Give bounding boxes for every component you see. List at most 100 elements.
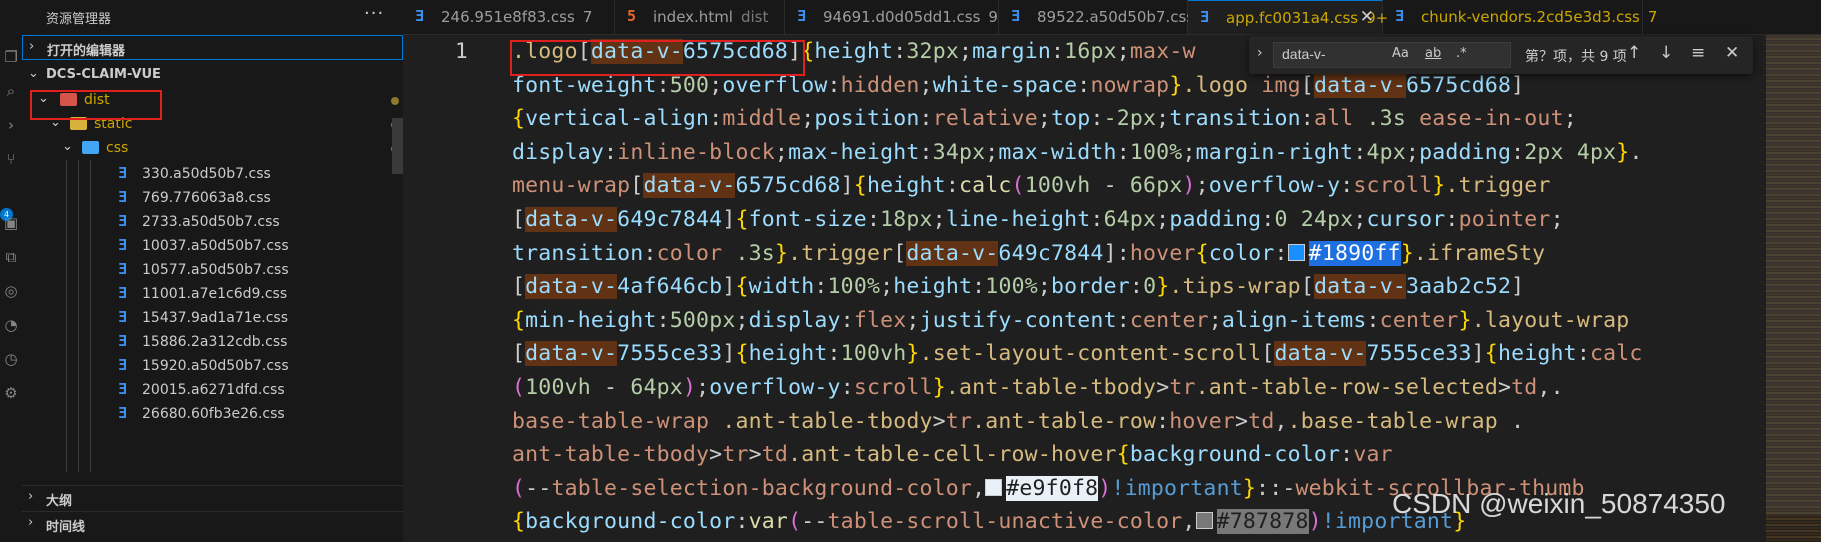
tab-index-html[interactable]: 5 index.html dist xyxy=(615,0,785,34)
explorer-header: 资源管理器 ··· xyxy=(22,0,403,34)
file-item[interactable]: Ǝ 26680.60fb3e26.css xyxy=(22,400,403,427)
css-file-icon: Ǝ xyxy=(1200,8,1210,26)
file-label: 330.a50d50b7.css xyxy=(142,166,271,182)
file-item[interactable]: Ǝ 10037.a50d50b7.css xyxy=(22,232,403,259)
find-in-selection-icon[interactable]: ≡ xyxy=(1691,43,1705,63)
code-line[interactable]: base-table-wrap .ant-table-tbody>tr.ant-… xyxy=(512,405,1643,439)
outline-section[interactable]: › 大纲 xyxy=(22,485,403,511)
tab-app-css[interactable]: Ǝ app.fc0031a4.css 9+ ✕ xyxy=(1188,0,1388,34)
tab-89522-css[interactable]: Ǝ 89522.a50d50b7.css xyxy=(999,0,1194,34)
tab-label: chunk-vendors.2cd5e3d3.css xyxy=(1421,8,1640,26)
file-label: 15920.a50d50b7.css xyxy=(142,358,289,374)
file-item[interactable]: Ǝ 2733.a50d50b7.css xyxy=(22,208,403,235)
code-line[interactable]: (100vh - 64px);overflow-y:scroll}.ant-ta… xyxy=(512,371,1643,405)
arrow-up-icon[interactable]: ↑ xyxy=(1627,43,1641,63)
code-line[interactable]: {min-height:500px;display:flex;justify-c… xyxy=(512,304,1643,338)
code-line[interactable]: display:inline-block;max-height:34px;max… xyxy=(512,136,1643,170)
files-icon[interactable]: ❐ xyxy=(2,48,20,66)
folder-hint: dist xyxy=(740,8,769,26)
timeline-section[interactable]: › 时间线 xyxy=(22,511,403,537)
file-label: 20015.a6271dfd.css xyxy=(142,382,285,398)
run-icon[interactable]: › xyxy=(2,116,20,134)
tab-246-css[interactable]: Ǝ 246.951e8f83.css 7 xyxy=(403,0,615,34)
file-item[interactable]: Ǝ 769.776063a8.css xyxy=(22,184,403,211)
folder-icon xyxy=(82,141,99,154)
close-icon[interactable]: ✕ xyxy=(1360,7,1374,27)
regex-button[interactable]: .* xyxy=(1456,46,1467,61)
file-item[interactable]: Ǝ 15920.a50d50b7.css xyxy=(22,352,403,379)
tab-label: 94691.d0d05dd1.css xyxy=(823,8,981,26)
file-item[interactable]: Ǝ 20015.a6271dfd.css xyxy=(22,376,403,403)
close-icon[interactable]: ✕ xyxy=(1725,43,1739,63)
open-editors-section[interactable]: › 打开的编辑器 xyxy=(22,35,403,60)
editor-tabs: Ǝ 246.951e8f83.css 7 5 index.html dist Ǝ 9… xyxy=(403,0,1821,35)
chevron-right-icon: › xyxy=(28,489,34,504)
line-number: 1 xyxy=(455,39,468,63)
code-content[interactable]: .logo[data-v-6575cd68]{height:32px;margi… xyxy=(512,35,1643,539)
project-label: DCS-CLAIM-VUE xyxy=(46,67,161,82)
activity-bar: ❐ ⌕ › ⑂ 4 ▣ ⧉ ◎ ◔ ◷ ⚙ xyxy=(0,0,23,542)
file-label: 15437.9ad1a71e.css xyxy=(142,310,289,326)
css-file-icon: Ǝ xyxy=(118,236,128,254)
code-line[interactable]: [data-v-7555ce33]{height:100vh}.set-layo… xyxy=(512,337,1643,371)
timer-icon[interactable]: ◔ xyxy=(2,316,20,334)
file-item[interactable]: Ǝ 15886.2a312cdb.css xyxy=(22,328,403,355)
github-icon[interactable]: ◎ xyxy=(2,282,20,300)
folder-label: css xyxy=(106,140,129,156)
open-editors-label: 打开的编辑器 xyxy=(47,44,126,59)
css-file-icon: Ǝ xyxy=(118,260,128,278)
folder-css[interactable]: ⌄ css xyxy=(22,135,403,162)
css-file-icon: Ǝ xyxy=(118,380,128,398)
file-item[interactable]: Ǝ 330.a50d50b7.css xyxy=(22,160,403,187)
project-section[interactable]: ⌄ DCS-CLAIM-VUE xyxy=(22,63,403,88)
tab-label: index.html xyxy=(653,8,733,26)
code-line[interactable]: {vertical-align:middle;position:relative… xyxy=(512,102,1643,136)
code-editor[interactable]: 1 .logo[data-v-6575cd68]{height:32px;mar… xyxy=(403,35,1821,542)
minimap-slider[interactable] xyxy=(1766,35,1821,515)
css-file-icon: Ǝ xyxy=(1011,7,1021,25)
file-item[interactable]: Ǝ 15437.9ad1a71e.css xyxy=(22,304,403,331)
problem-count: 7 xyxy=(1647,8,1658,26)
find-result-count: 第？项，共 9 项 xyxy=(1525,49,1627,65)
arrow-down-icon[interactable]: ↓ xyxy=(1659,43,1673,63)
remote-icon[interactable]: ⧉ xyxy=(2,248,20,266)
settings-icon[interactable]: ⚙ xyxy=(2,384,20,402)
search-icon[interactable]: ⌕ xyxy=(2,82,20,100)
file-label: 26680.60fb3e26.css xyxy=(142,406,285,422)
toggle-replace-icon[interactable]: › xyxy=(1257,45,1263,61)
file-label: 10577.a50d50b7.css xyxy=(142,262,289,278)
source-control-icon[interactable]: ⑂ xyxy=(2,150,20,168)
code-line[interactable]: ant-table-tbody>tr>td.ant-table-cell-row… xyxy=(512,438,1643,472)
css-file-icon: Ǝ xyxy=(118,284,128,302)
code-line[interactable]: [data-v-649c7844]{font-size:18px;line-he… xyxy=(512,203,1643,237)
match-word-button[interactable]: ab xyxy=(1425,46,1441,61)
tab-94691-css[interactable]: Ǝ 94691.d0d05dd1.css 9 xyxy=(785,0,999,34)
css-file-icon: Ǝ xyxy=(118,356,128,374)
css-file-icon: Ǝ xyxy=(797,7,807,25)
file-item[interactable]: Ǝ 10577.a50d50b7.css xyxy=(22,256,403,283)
tab-label: app.fc0031a4.css xyxy=(1226,9,1359,27)
file-item[interactable]: Ǝ 11001.a7e1c6d9.css xyxy=(22,280,403,307)
css-file-icon: Ǝ xyxy=(118,308,128,326)
css-file-icon: Ǝ xyxy=(1395,7,1405,25)
file-label: 2733.a50d50b7.css xyxy=(142,214,280,230)
file-label: 769.776063a8.css xyxy=(142,190,271,206)
tab-chunk-vendors-css[interactable]: Ǝ chunk-vendors.2cd5e3d3.css 7 xyxy=(1383,0,1657,34)
match-case-button[interactable]: Aa xyxy=(1392,46,1409,61)
watermark: CSDN @weixin_50874350 xyxy=(1392,488,1726,519)
chevron-down-icon: ⌄ xyxy=(28,66,39,81)
tab-label: 89522.a50d50b7.css xyxy=(1037,8,1195,26)
code-line[interactable]: menu-wrap[data-v-6575cd68]{height:calc(1… xyxy=(512,169,1643,203)
problem-count: 7 xyxy=(582,8,593,26)
file-label: 10037.a50d50b7.css xyxy=(142,238,289,254)
find-widget: › data-v- Aa ab .* 第？项，共 9 项 ↑ ↓ ≡ ✕ xyxy=(1249,36,1753,74)
timeline-label: 时间线 xyxy=(46,520,86,535)
more-actions-button[interactable]: ··· xyxy=(364,3,384,24)
extensions-icon[interactable]: ▣ xyxy=(2,214,20,232)
css-file-icon: Ǝ xyxy=(118,188,128,206)
code-line[interactable]: transition:color .3s}.trigger[data-v-649… xyxy=(512,237,1643,271)
annotation-box-dist xyxy=(30,90,162,120)
code-line[interactable]: [data-v-4af646cb]{width:100%;height:100%… xyxy=(512,270,1643,304)
clock-icon[interactable]: ◷ xyxy=(2,350,20,368)
outline-label: 大纲 xyxy=(46,494,73,509)
